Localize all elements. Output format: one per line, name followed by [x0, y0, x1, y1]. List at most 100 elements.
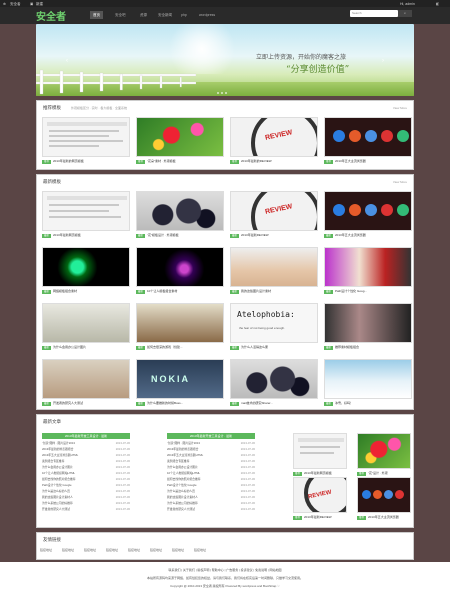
- thumbnail[interactable]: [324, 247, 412, 287]
- article-row[interactable]: 2013年五大主流浏览器HTML 2013-07-30: [167, 453, 255, 458]
- thumbnail[interactable]: Atelophobia: the fear of not being good e…: [230, 303, 318, 343]
- nav-item-wordpress[interactable]: wordpress: [196, 11, 218, 19]
- thumbnail[interactable]: [136, 303, 224, 343]
- thumbnail[interactable]: NOKIA: [136, 359, 224, 399]
- recommend-more-link[interactable]: View More: [393, 106, 407, 110]
- chevron-right-icon[interactable]: ›: [382, 58, 388, 64]
- card-title[interactable]: 2013年最新网页模板: [53, 233, 81, 237]
- thumbnail[interactable]: [42, 359, 130, 399]
- article-row[interactable]: 为什么系统公司的好推荐 2013-07-30: [167, 501, 255, 506]
- thumbnail[interactable]: [324, 117, 412, 157]
- card-title[interactable]: 开发者的研究人大测试: [53, 401, 83, 405]
- card-title[interactable]: 冰雪，好吗！: [335, 401, 353, 405]
- article-row[interactable]: 如何去找你的照片组合推荐 2013-07-30: [167, 477, 255, 482]
- chevron-left-icon[interactable]: ‹: [66, 58, 72, 64]
- slider-dots[interactable]: [216, 90, 228, 95]
- nav-item-news[interactable]: 安全新闻: [155, 11, 175, 19]
- adminbar-user[interactable]: Hi, admin: [400, 2, 415, 6]
- thumbnail[interactable]: [136, 191, 224, 231]
- card-title[interactable]: 10个让人模板组合素材: [147, 289, 177, 293]
- card-title[interactable]: 如何去很深的游戏（创建...: [147, 345, 183, 349]
- card-title[interactable]: “花朵”素材 · 外观模板: [147, 159, 176, 163]
- article-row[interactable]: 2013年五大主流浏览器HTML 2013-07-30: [42, 453, 130, 458]
- article-row[interactable]: 为什么系统公司的好推荐 2013-07-30: [42, 501, 130, 506]
- thumbnail[interactable]: [230, 247, 318, 287]
- comment-icon[interactable]: ▣: [30, 2, 33, 6]
- thumbnail[interactable]: [42, 247, 130, 287]
- thumbnail[interactable]: [357, 477, 411, 513]
- friend-link[interactable]: 链接地址: [106, 548, 118, 552]
- article-row[interactable]: 如何去找你的照片组合推荐 2013-07-30: [42, 477, 130, 482]
- card-title[interactable]: 2013年最新REVIEW: [304, 515, 332, 519]
- hero-banner[interactable]: 立即上传资源，开始你的魔客之旅 “分享创造价值” ‹ ›: [36, 24, 414, 96]
- thumbnail[interactable]: [324, 359, 412, 399]
- article-row[interactable]: 2013年最新的浏览器组合 2013-07-30: [42, 447, 130, 452]
- article-row[interactable]: 案例组合专区推荐 2013-07-30: [42, 459, 130, 464]
- thumbnail[interactable]: [42, 117, 130, 157]
- card-title[interactable]: 2013年五大主流浏览器: [335, 159, 366, 163]
- friend-link[interactable]: 链接地址: [194, 548, 206, 552]
- article-row[interactable]: 为什么会用办公设计图片 2013-07-30: [42, 465, 130, 470]
- card-title[interactable]: 2013年五大主流浏览器: [335, 233, 366, 237]
- article-row[interactable]: 为什么是这么好的人员 2013-07-30: [167, 489, 255, 494]
- adminbar-site[interactable]: 安全者: [10, 2, 21, 7]
- article-row[interactable]: 10个让人类组织网站HTML 2013-07-30: [42, 471, 130, 476]
- card-title[interactable]: 2013年最新的网页模板: [53, 159, 84, 163]
- article-row[interactable]: “创意”图样 · 图片设计2013 2013-07-30: [42, 441, 130, 446]
- article-row[interactable]: 为什么会用办公设计图片 2013-07-30: [167, 465, 255, 470]
- card-title[interactable]: 为什么会用办公设计图片: [53, 345, 86, 349]
- friend-link[interactable]: 链接地址: [40, 548, 52, 552]
- adminbar-new[interactable]: 新建: [36, 2, 43, 7]
- latest-more-link[interactable]: View More: [393, 180, 407, 184]
- article-list-head[interactable]: 2013年最新开放工具设计 · 最新: [42, 433, 130, 439]
- wordpress-icon[interactable]: ⊕: [3, 2, 6, 6]
- thumbnail[interactable]: [136, 247, 224, 287]
- thumbnail[interactable]: [324, 191, 412, 231]
- thumbnail[interactable]: [42, 191, 130, 231]
- article-list-head[interactable]: 2013年最新开放工具设计 · 最新: [167, 433, 255, 439]
- thumbnail[interactable]: REVIEW: [293, 477, 347, 513]
- thumbnail[interactable]: REVIEW: [230, 117, 318, 157]
- card-title[interactable]: Path设计个性化 Goog...: [335, 289, 367, 293]
- footer-links[interactable]: 联系我们 | 关于我们 | 版权声明 | 帮助中心 | 广告服务 | 投诉建议 …: [0, 568, 450, 572]
- article-row[interactable]: 我的这些图片设计素材人 2013-07-30: [42, 495, 130, 500]
- card-title[interactable]: 推荐素材模板组合: [335, 345, 359, 349]
- article-row[interactable]: 开发者的研究人大测试 2013-07-30: [167, 507, 255, 512]
- thumbnail[interactable]: REVIEW: [230, 191, 318, 231]
- nav-item-php[interactable]: php: [178, 11, 190, 19]
- card-title[interactable]: “花”设计 · 外观: [368, 471, 388, 475]
- thumbnail[interactable]: [42, 303, 130, 343]
- thumbnail[interactable]: [324, 303, 412, 343]
- nav-item-resources[interactable]: 资源: [137, 11, 150, 19]
- thumbnail[interactable]: [230, 359, 318, 399]
- search-button[interactable]: ⌕: [398, 10, 412, 17]
- article-row[interactable]: 为什么是这么好的人员 2013-07-30: [42, 489, 130, 494]
- card-title[interactable]: mail技术的研究Sharer...: [241, 401, 273, 405]
- site-logo[interactable]: 安全者: [36, 8, 66, 23]
- friend-link[interactable]: 链接地址: [84, 548, 96, 552]
- nav-item-home[interactable]: 首页: [90, 11, 103, 19]
- card-title[interactable]: 为什么人活得这么累: [241, 345, 268, 349]
- friend-link[interactable]: 链接地址: [62, 548, 74, 552]
- card-title[interactable]: 2013年最新的REVIEW: [241, 159, 272, 163]
- article-row[interactable]: 我的这些图片设计素材人 2013-07-30: [167, 495, 255, 500]
- article-row[interactable]: 案例组合专区推荐 2013-07-30: [167, 459, 255, 464]
- article-row[interactable]: “创意”图样 · 图片设计2013 2013-07-30: [167, 441, 255, 446]
- card-title[interactable]: 2013年最新REVIEW: [241, 233, 269, 237]
- article-row[interactable]: Path设计个性化 Google 2013-07-30: [42, 483, 130, 488]
- article-row[interactable]: 10个让人类组织网站HTML 2013-07-30: [167, 471, 255, 476]
- card-title[interactable]: 我的这些图片设计素材: [241, 289, 271, 293]
- article-row[interactable]: 开发者的研究人大测试 2013-07-30: [42, 507, 130, 512]
- thumbnail[interactable]: [293, 433, 347, 469]
- card-title[interactable]: 2013年五大主流浏览器: [368, 515, 399, 519]
- thumbnail[interactable]: [136, 117, 224, 157]
- friend-link[interactable]: 链接地址: [172, 548, 184, 552]
- nav-item-forum[interactable]: 安全吧: [112, 11, 129, 19]
- card-title[interactable]: 2013年最新网页模板: [304, 471, 332, 475]
- friend-link[interactable]: 链接地址: [150, 548, 162, 552]
- search-input[interactable]: Search: [350, 10, 398, 17]
- card-title[interactable]: 网络模板组合素材: [53, 289, 77, 293]
- avatar[interactable]: ◧: [436, 2, 439, 6]
- friend-link[interactable]: 链接地址: [128, 548, 140, 552]
- thumbnail[interactable]: [357, 433, 411, 469]
